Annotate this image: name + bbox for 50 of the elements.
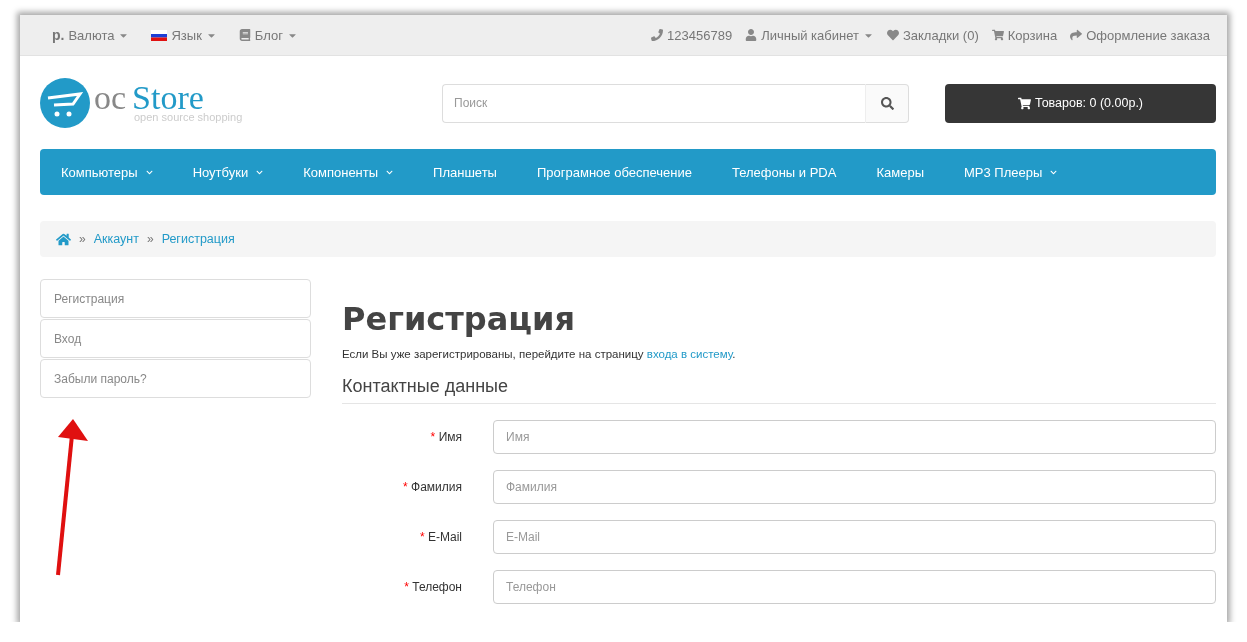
top-link[interactable]: Закладки (0) [886,27,979,43]
input-field[interactable]: Фамилия [493,470,1216,504]
search-field[interactable]: Поиск [442,83,865,123]
cart-logo-icon [40,78,90,128]
book-icon [238,29,251,41]
menu-item[interactable]: Ноутбуки [172,164,284,180]
search-button[interactable] [865,83,909,123]
field-label: * Имя [429,430,462,444]
sidebar-item[interactable]: Регистрация [40,279,311,318]
cart-icon [1017,96,1031,110]
phone-icon [651,29,664,41]
top-link[interactable]: 123456789 [651,27,733,43]
top-link[interactable]: Оформление заказа [1070,27,1210,43]
input-field[interactable]: E-Mail [493,520,1216,554]
menu-item[interactable]: Планшеты [413,164,517,180]
cart-button[interactable]: Товаров: 0 (0.00р.) [945,83,1216,123]
menu-item[interactable]: Програмное обеспечение [516,164,712,180]
menu-item[interactable]: Телефоны и PDA [711,164,857,180]
breadcrumb-separator: » [146,232,154,246]
input-field[interactable]: Имя [493,420,1216,454]
top-link[interactable]: Личный кабинет [745,27,874,43]
menu-item[interactable]: MP3 Плееры [944,164,1078,180]
intro-text: Если Вы уже зарегистрированы, перейдите на страницу входа в систему. [342,348,737,360]
field-label: * Телефон [403,580,462,594]
breadcrumb-separator: » [79,232,86,246]
logo-text: Store [132,83,204,113]
user-icon [745,29,758,41]
heart-icon [886,29,899,41]
top-link[interactable]: Корзина [991,27,1058,43]
home-icon[interactable] [56,231,71,247]
menu-item[interactable]: Компоненты [283,164,414,180]
field-label: * Фамилия [402,480,462,494]
menu-item[interactable]: Камеры [856,164,944,180]
sidebar-item[interactable]: Вход [40,319,311,358]
top-dropdown-link[interactable]: Блог [238,27,298,43]
logo-text: oc [94,83,127,113]
input-field[interactable]: Телефон [493,570,1216,604]
breadcrumb-link[interactable]: Аккаунт [93,232,139,246]
section-heading: Контактные данные [342,376,1216,404]
cart-icon [991,29,1004,41]
field-label: * E-Mail [418,530,462,544]
share-icon [1070,29,1083,41]
top-dropdown-link[interactable]: Язык [151,27,217,43]
menu-item[interactable]: Компьютеры [41,164,173,180]
search-icon [880,96,894,110]
flag-icon [151,29,168,41]
page-title: Регистрация [342,300,576,338]
sidebar-item[interactable]: Забыли пароль? [40,359,311,398]
top-dropdown-link[interactable]: р. Валюта [52,27,130,43]
breadcrumb-link[interactable]: Регистрация [161,232,235,246]
